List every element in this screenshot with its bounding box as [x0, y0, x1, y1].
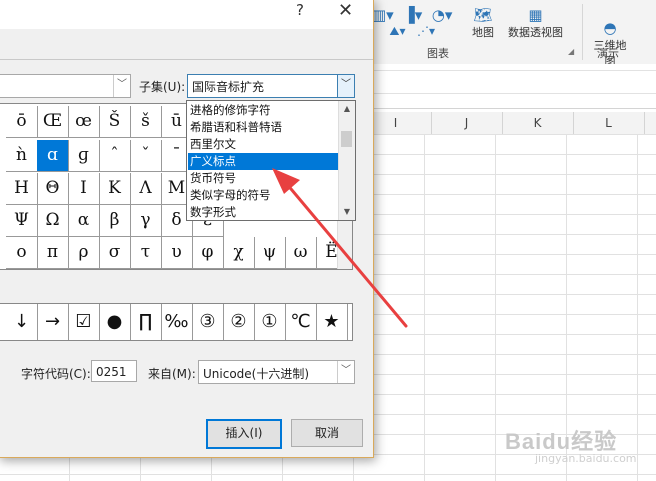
annotation-arrow-icon	[272, 168, 408, 328]
watermark-url: jingyan.baidu.com	[535, 452, 637, 465]
